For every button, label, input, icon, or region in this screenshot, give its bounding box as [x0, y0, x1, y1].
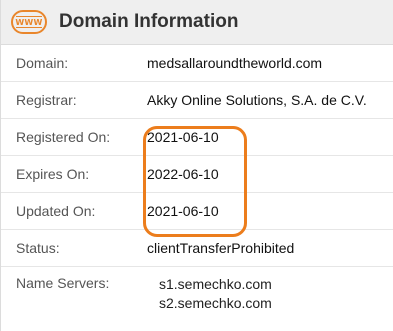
row-name-servers: Name Servers: s1.semechko.com s2.semechk…	[1, 267, 393, 327]
www-icon-text: WWW	[15, 17, 43, 27]
row-expires-on: Expires On: 2022-06-10	[1, 156, 393, 193]
row-label: Updated On:	[16, 203, 96, 219]
name-server: s1.semechko.com	[159, 276, 272, 292]
name-server-list: s1.semechko.com s2.semechko.com	[159, 275, 272, 313]
row-value: 2022-06-10	[147, 166, 219, 182]
row-registrar: Registrar: Akky Online Solutions, S.A. d…	[1, 82, 393, 119]
panel-title: Domain Information	[59, 11, 239, 32]
row-label: Registrar:	[16, 92, 77, 108]
row-value: Akky Online Solutions, S.A. de C.V.	[147, 92, 367, 108]
row-value: clientTransferProhibited	[147, 240, 295, 256]
row-label: Registered On:	[16, 129, 111, 145]
row-label: Name Servers:	[16, 275, 110, 291]
row-label: Status:	[16, 240, 60, 256]
row-domain: Domain: medsallaroundtheworld.com	[1, 45, 393, 82]
row-registered-on: Registered On: 2021-06-10	[1, 119, 393, 156]
row-value: medsallaroundtheworld.com	[147, 55, 323, 71]
row-label: Domain:	[16, 55, 69, 71]
panel-header: WWW Domain Information	[1, 0, 393, 45]
name-server: s2.semechko.com	[159, 295, 272, 311]
www-icon: WWW	[11, 10, 47, 34]
row-updated-on: Updated On: 2021-06-10	[1, 193, 393, 230]
domain-information-panel: WWW Domain Information Domain: medsallar…	[0, 0, 393, 331]
row-label: Expires On:	[16, 166, 90, 182]
row-value: 2021-06-10	[147, 203, 219, 219]
row-status: Status: clientTransferProhibited	[1, 230, 393, 267]
info-rows: Domain: medsallaroundtheworld.com Regist…	[1, 45, 393, 327]
row-value: 2021-06-10	[147, 129, 219, 145]
